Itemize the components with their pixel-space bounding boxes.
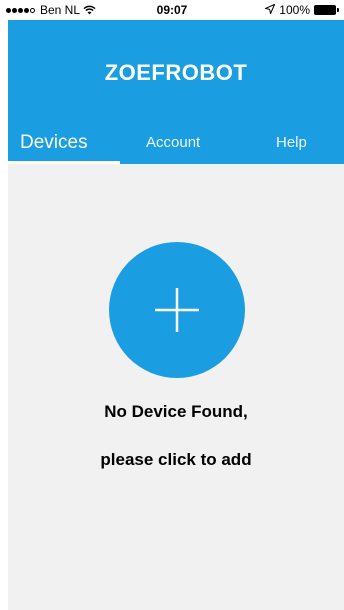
tab-help-label: Help — [276, 134, 307, 151]
status-right: 100% — [264, 3, 339, 17]
tab-bar: Devices Account Help — [8, 130, 344, 164]
battery-icon — [314, 5, 339, 15]
tab-devices[interactable]: Devices — [8, 130, 120, 164]
empty-state-message: No Device Found, — [104, 402, 248, 421]
status-bar: Ben NL 09:07 100% — [0, 0, 344, 20]
app-screen: Ben NL 09:07 100% ZOEFROBOT Devices Acco… — [0, 0, 344, 610]
empty-state-hint: please click to add — [100, 450, 252, 469]
app-header: ZOEFROBOT Devices Account Help — [8, 20, 344, 164]
tab-devices-label: Devices — [20, 132, 88, 153]
add-device-button[interactable] — [109, 242, 245, 378]
app-title: ZOEFROBOT — [104, 60, 248, 85]
tab-account-label: Account — [146, 134, 201, 151]
location-arrow-icon — [264, 3, 276, 17]
tab-help[interactable]: Help — [276, 130, 336, 164]
battery-percentage: 100% — [279, 3, 310, 17]
tab-account[interactable]: Account — [146, 130, 226, 164]
devices-content: No Device Found, please click to add — [8, 164, 344, 610]
plus-icon — [109, 242, 245, 378]
